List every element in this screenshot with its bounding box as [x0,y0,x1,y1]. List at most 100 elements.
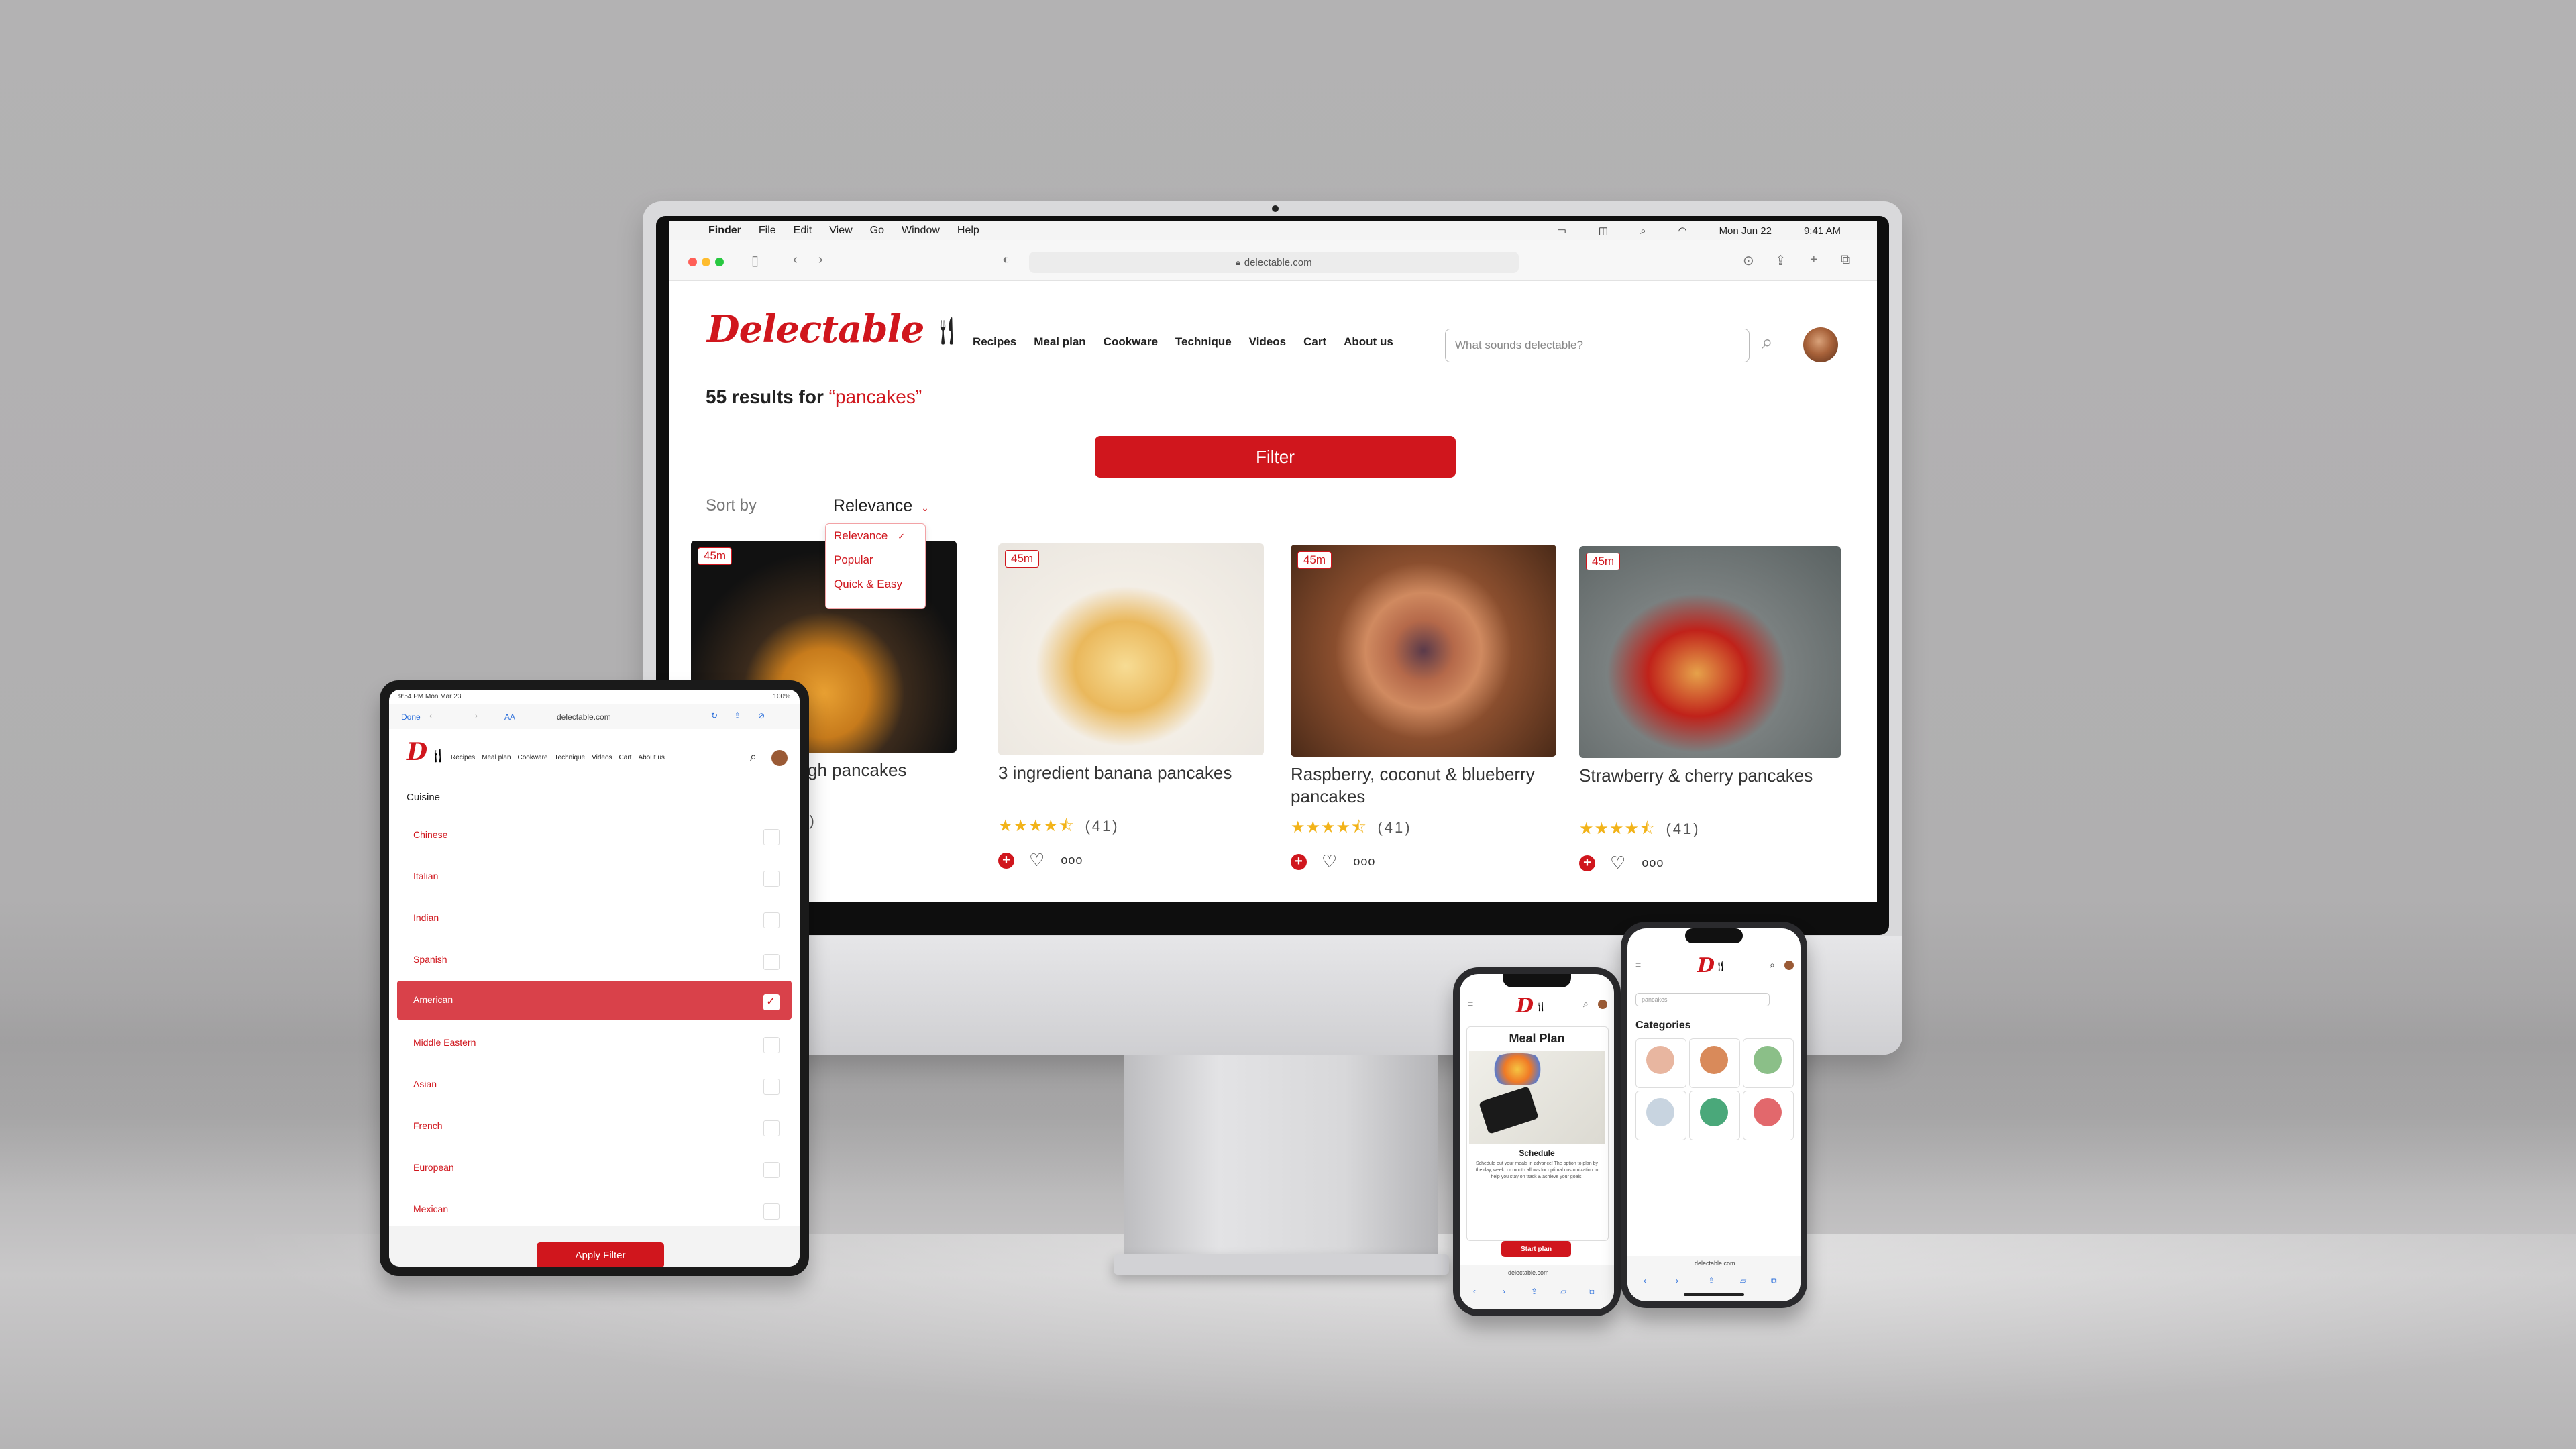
search-icon[interactable]: ⌕ [1762,331,1773,354]
search-icon[interactable]: ⌕ [750,750,757,764]
share-icon[interactable]: ⇪ [734,711,741,720]
menubar-date[interactable]: Mon Jun 22 [1719,225,1772,237]
menu-view[interactable]: View [829,225,852,237]
forward-icon[interactable]: › [475,711,478,720]
sort-option-relevance[interactable]: Relevance ✓ [826,524,925,548]
tablet-address-bar[interactable]: Done ‹ › AA delectable.com ↻ ⇪ ⊘ [389,704,800,729]
nav-recipes[interactable]: Recipes [451,754,475,761]
nav-meal-plan[interactable]: Meal plan [1034,335,1085,349]
address-bar[interactable]: 🔒︎ delectable.com [1029,252,1519,273]
nav-videos[interactable]: Videos [592,754,612,761]
nav-cookware[interactable]: Cookware [1104,335,1158,349]
site-logo[interactable]: Delectable [707,307,924,352]
recipe-image[interactable]: 45m [1291,545,1556,757]
cuisine-option-spanish[interactable]: Spanish [397,941,792,979]
apply-filter-button[interactable]: Apply Filter [537,1242,664,1267]
forward-icon[interactable]: › [1503,1287,1505,1296]
privacy-shield-icon[interactable]: ◐ [1002,252,1010,268]
menu-window[interactable]: Window [902,225,940,237]
recipe-title[interactable]: 3 ingredient banana pancakes [998,762,1264,808]
download-icon[interactable]: ⊙ [1743,252,1754,269]
done-button[interactable]: Done [401,712,421,722]
checkbox[interactable] [763,954,780,970]
nav-about-us[interactable]: About us [638,754,664,761]
recipe-image[interactable]: 45m [998,543,1264,755]
cuisine-option-italian[interactable]: Italian [397,857,792,896]
forward-icon[interactable]: › [818,252,823,268]
menu-icon[interactable]: ≡ [1468,998,1473,1009]
category-tile[interactable] [1689,1038,1740,1088]
avatar[interactable] [1784,961,1794,970]
menu-icon[interactable]: ≡ [1635,959,1641,970]
back-icon[interactable]: ‹ [793,252,798,268]
category-tile[interactable] [1743,1038,1794,1088]
checkbox[interactable] [763,1120,780,1136]
cuisine-option-indian[interactable]: Indian [397,899,792,938]
add-icon[interactable]: + [1579,855,1595,871]
avatar[interactable] [1598,1000,1607,1009]
nav-cart[interactable]: Cart [1303,335,1326,349]
more-options-icon[interactable]: ooo [1061,853,1083,867]
recipe-card[interactable]: 45m Raspberry, coconut & blueberry panca… [1291,545,1556,872]
sort-dropdown[interactable]: Relevance ⌄ [833,496,929,516]
checkbox[interactable] [763,1162,780,1178]
phone-url[interactable]: delectable.com [1695,1260,1735,1267]
recipe-card[interactable]: 45m 3 ingredient banana pancakes ★★★★⯪ (… [998,543,1264,871]
avatar[interactable] [771,750,788,766]
phone-logo[interactable]: D [1516,994,1534,1018]
checkbox[interactable] [763,912,780,928]
heart-icon[interactable]: ♡ [1610,853,1625,873]
tabs-icon[interactable]: ⧉ [1589,1287,1595,1297]
menu-help[interactable]: Help [957,225,979,237]
forward-icon[interactable]: › [1676,1276,1678,1285]
reload-icon[interactable]: ↻ [711,711,718,720]
search-input[interactable]: pancakes [1635,993,1770,1006]
back-icon[interactable]: ‹ [429,711,432,720]
nav-videos[interactable]: Videos [1249,335,1286,349]
menubar-time[interactable]: 9:41 AM [1804,225,1841,237]
cuisine-option-chinese[interactable]: Chinese [397,816,792,855]
checkbox[interactable] [763,829,780,845]
sort-option-popular[interactable]: Popular [826,548,925,572]
avatar[interactable] [1803,327,1838,362]
bookmarks-icon[interactable]: ▱ [1560,1287,1566,1296]
sort-option-quick-easy[interactable]: Quick & Easy [826,572,925,596]
recipe-title[interactable]: Raspberry, coconut & blueberry pancakes [1291,763,1556,809]
add-icon[interactable]: + [1291,853,1307,870]
category-tile[interactable] [1635,1038,1686,1088]
checkbox-checked[interactable] [763,994,780,1010]
cuisine-option-european[interactable]: European [397,1148,792,1187]
minimize-window-button[interactable] [702,258,710,266]
heart-icon[interactable]: ♡ [1029,850,1044,871]
checkbox[interactable] [763,1037,780,1053]
checkbox[interactable] [763,871,780,887]
nav-technique[interactable]: Technique [1175,335,1232,349]
nav-technique[interactable]: Technique [555,754,586,761]
checkbox[interactable] [763,1203,780,1220]
zoom-window-button[interactable] [715,258,724,266]
nav-recipes[interactable]: Recipes [973,335,1016,349]
cuisine-option-mexican[interactable]: Mexican [397,1190,792,1229]
tabs-icon[interactable]: ⧉ [1771,1276,1777,1286]
battery-icon[interactable]: ▭ [1557,225,1566,237]
tablet-logo[interactable]: D [407,738,427,766]
close-window-button[interactable] [688,258,697,266]
nav-cookware[interactable]: Cookware [518,754,548,761]
add-icon[interactable]: + [998,852,1014,869]
category-tile[interactable] [1635,1091,1686,1140]
search-input[interactable]: What sounds delectable? [1445,329,1750,362]
cuisine-option-asian[interactable]: Asian [397,1065,792,1104]
search-icon[interactable]: ⌕ [1583,998,1589,1010]
menu-edit[interactable]: Edit [794,225,812,237]
filter-button[interactable]: Filter [1095,436,1456,478]
recipe-card[interactable]: 45m Strawberry & cherry pancakes ★★★★⯪ (… [1579,546,1841,873]
tab-overview-icon[interactable]: ⧉ [1841,252,1850,268]
nav-meal-plan[interactable]: Meal plan [482,754,511,761]
heart-icon[interactable]: ♡ [1322,851,1337,872]
cuisine-option-american[interactable]: American [397,981,792,1020]
recipe-image[interactable]: 45m [1579,546,1841,758]
category-tile[interactable] [1743,1091,1794,1140]
more-options-icon[interactable]: ooo [1353,855,1375,869]
menu-app-name[interactable]: Finder [708,225,741,237]
bookmarks-icon[interactable]: ▱ [1740,1276,1746,1285]
